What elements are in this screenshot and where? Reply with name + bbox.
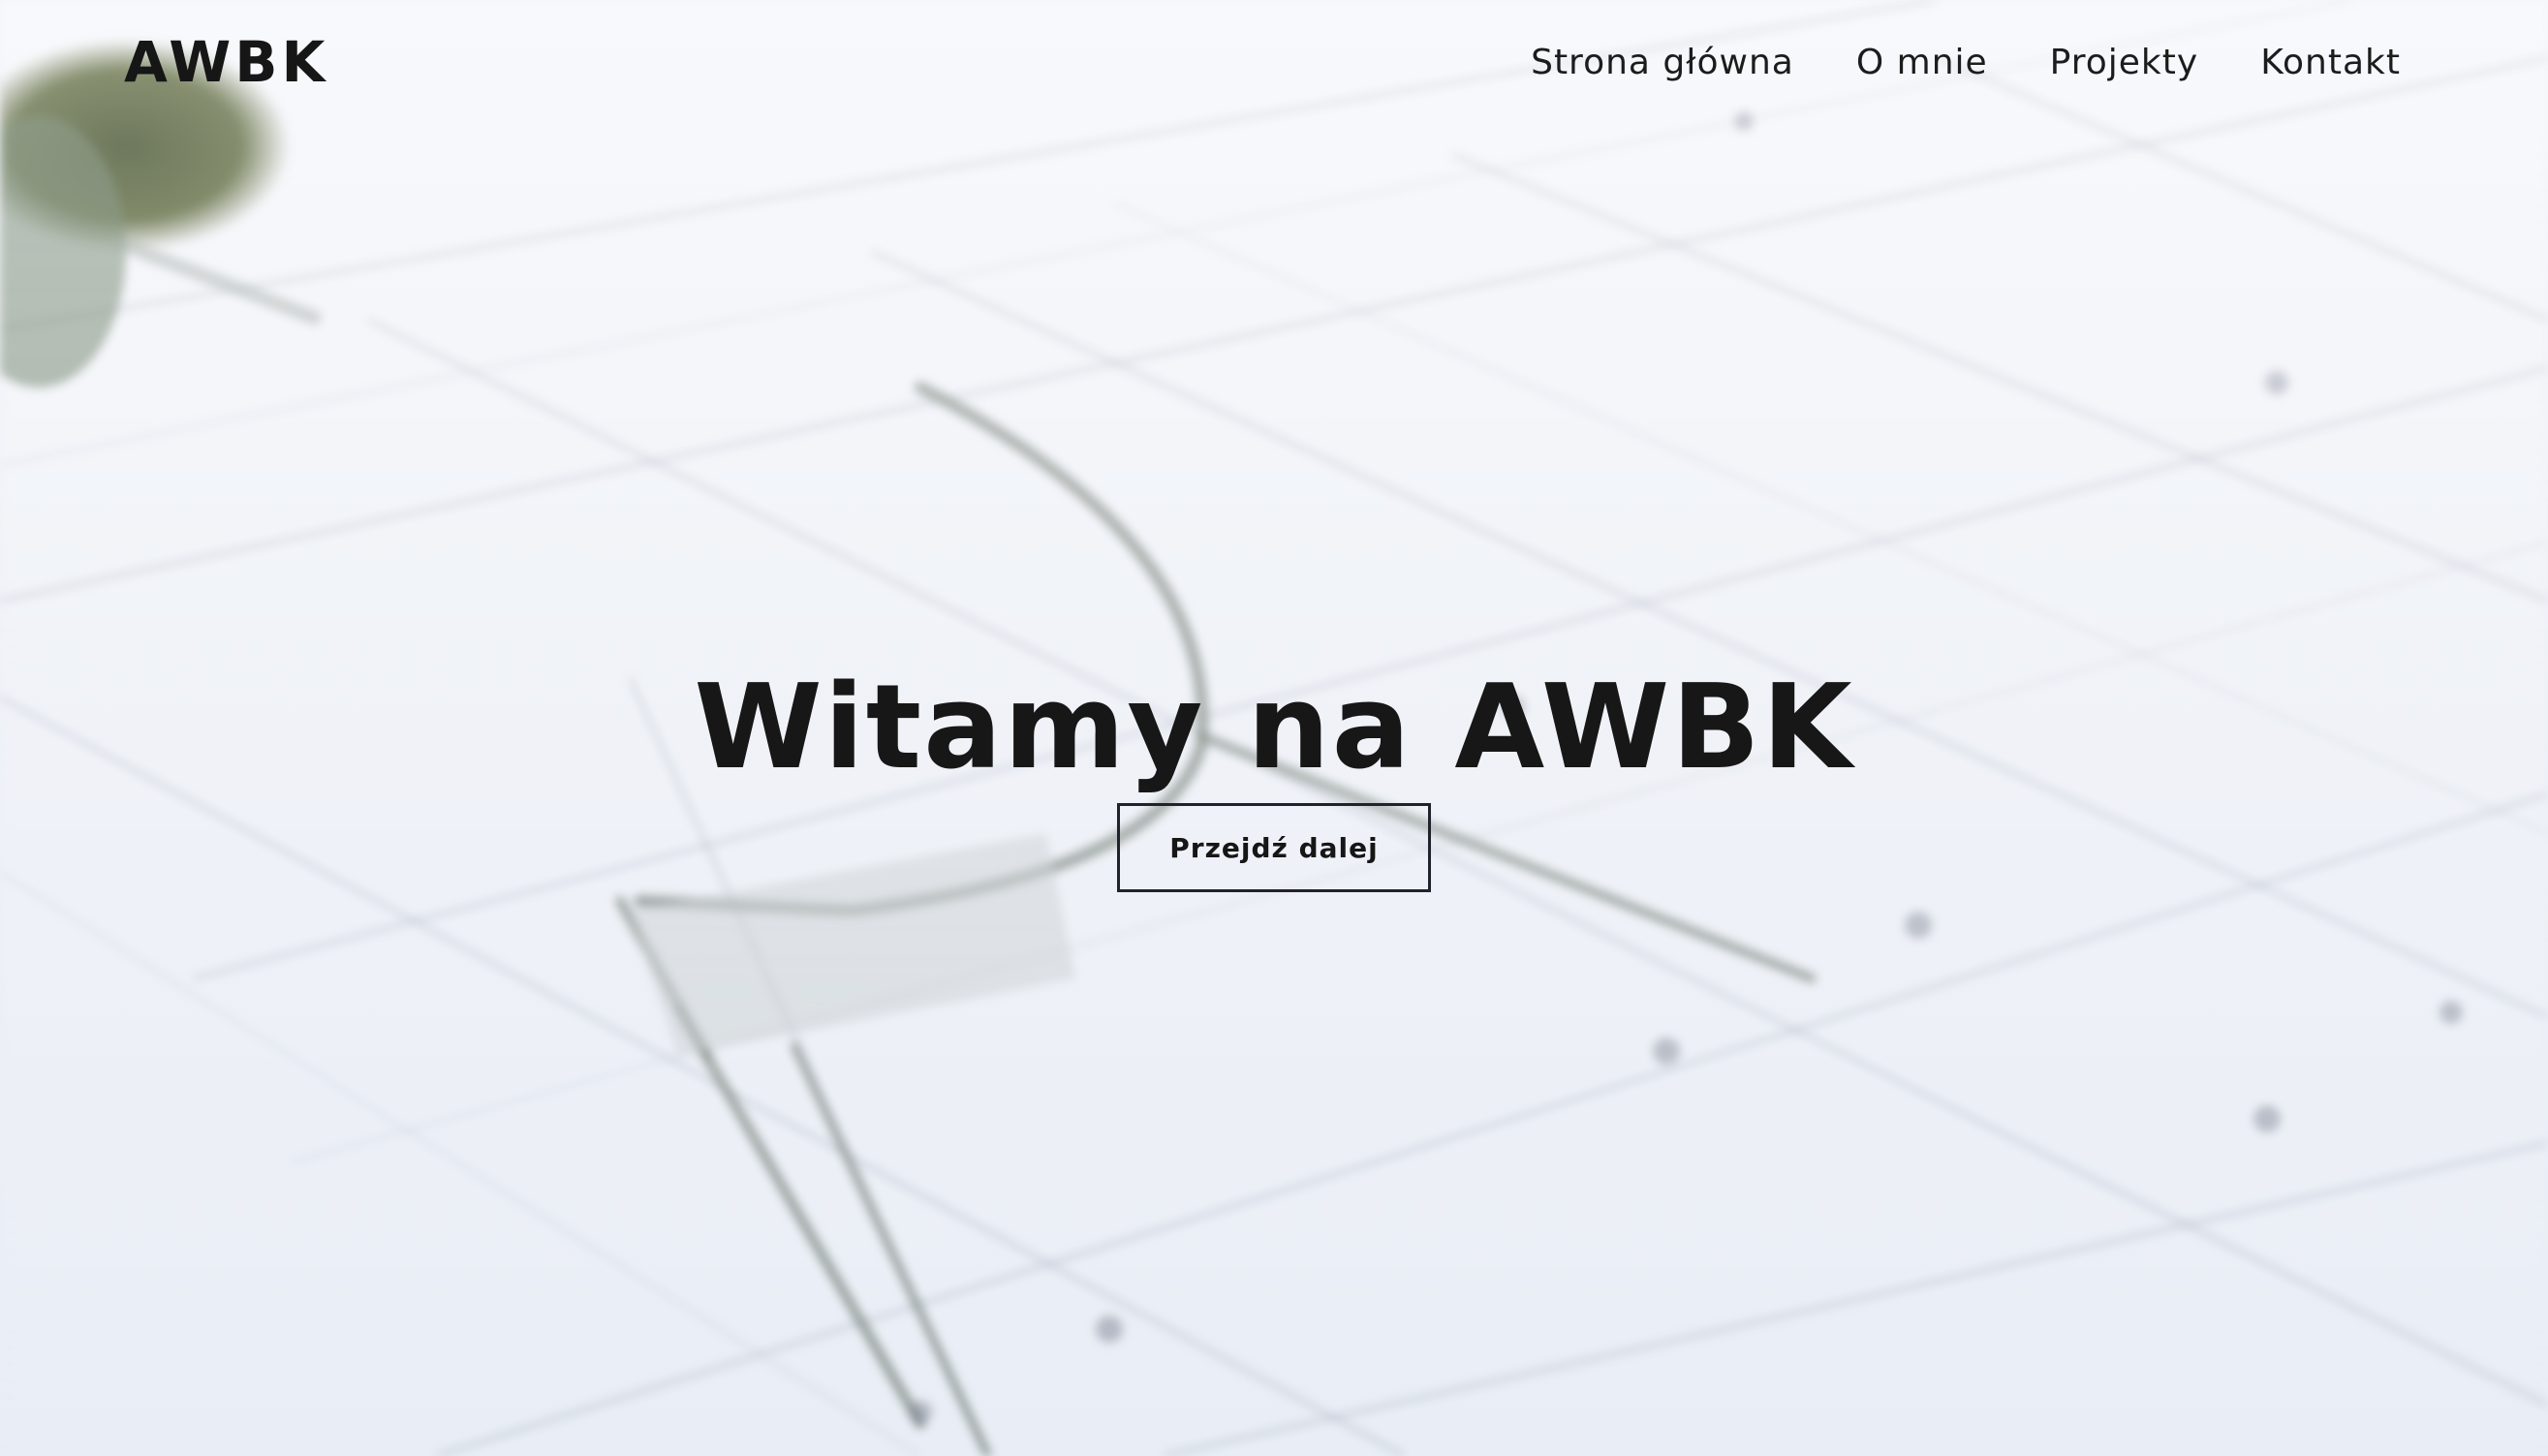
- nav-link-contact[interactable]: Kontakt: [2260, 43, 2401, 82]
- hero-title: Witamy na AWBK: [694, 661, 1854, 796]
- nav-link-home[interactable]: Strona główna: [1531, 43, 1794, 82]
- site-header: AWBK Strona główna O mnie Projekty Konta…: [0, 0, 2548, 136]
- continue-button[interactable]: Przejdź dalej: [1117, 803, 1431, 892]
- nav-link-projects[interactable]: Projekty: [2050, 43, 2199, 82]
- hero-section: AWBK Strona główna O mnie Projekty Konta…: [0, 0, 2548, 1456]
- main-nav: Strona główna O mnie Projekty Kontakt: [1531, 43, 2401, 82]
- nav-link-about[interactable]: O mnie: [1856, 43, 1988, 82]
- site-logo[interactable]: AWBK: [124, 29, 328, 95]
